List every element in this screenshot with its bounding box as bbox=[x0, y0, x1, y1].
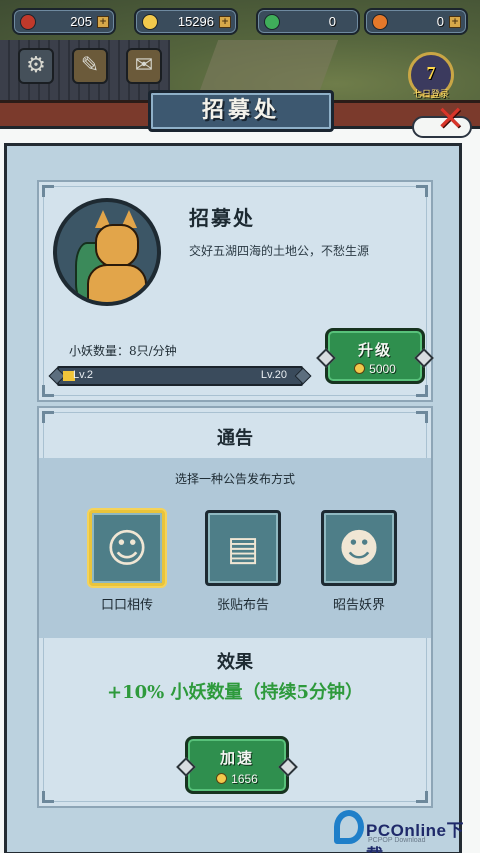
effect-title: 效果 bbox=[217, 652, 253, 673]
add-icon[interactable]: + bbox=[97, 16, 109, 28]
level-current: Lv.2 bbox=[73, 369, 93, 381]
resource-ghost-token[interactable]: 205 + bbox=[12, 8, 116, 35]
recruitment-panel: 招募处 交好五湖四海的土地公，不愁生源 小妖数量：8只/分钟 Lv.2 Lv.2… bbox=[0, 126, 480, 853]
npc-portrait bbox=[53, 198, 161, 306]
add-icon[interactable]: + bbox=[219, 16, 231, 28]
jade-icon bbox=[264, 14, 280, 30]
watermark: PCOnline下载 PCPOP Download bbox=[334, 810, 480, 853]
upgrade-label: 升级 bbox=[357, 341, 392, 359]
event-count: 7 bbox=[426, 63, 436, 83]
resource-value: 15296 bbox=[177, 14, 214, 29]
coin-icon bbox=[142, 14, 158, 30]
option-word-of-mouth[interactable]: ☺ bbox=[89, 510, 165, 586]
announcement-options-band: 选择一种公告发布方式 ☺ 口口相传 ▤ 张贴布告 ☻ 昭告妖界 bbox=[39, 458, 431, 638]
speed-up-label: 加速 bbox=[219, 749, 254, 767]
envelope-icon: ✉ bbox=[134, 53, 154, 78]
resource-value: 205 bbox=[70, 14, 92, 29]
coin-icon bbox=[216, 773, 228, 784]
option-post-notice[interactable]: ▤ bbox=[205, 510, 281, 586]
resource-bar: 205 + 15296 + 0 0 + bbox=[0, 8, 480, 36]
settings-button[interactable]: ⚙ bbox=[18, 48, 54, 84]
resource-jade[interactable]: 0 bbox=[256, 8, 360, 35]
announcement-card: 通告 选择一种公告发布方式 ☺ 口口相传 ▤ 张贴布告 ☻ 昭告妖界 效果 +1… bbox=[37, 406, 433, 808]
resource-value: 0 bbox=[328, 14, 336, 29]
option-proclaim-realm[interactable]: ☻ bbox=[321, 510, 397, 586]
effect-description: +10% 小妖数量（持续5分钟） bbox=[106, 682, 364, 703]
level-max: Lv.20 bbox=[260, 369, 287, 381]
watermark-tagline: PCPOP Download bbox=[368, 837, 426, 844]
brand-logo-icon bbox=[334, 810, 364, 844]
resource-value: 0 bbox=[436, 14, 444, 29]
page-title: 招募处 bbox=[201, 98, 280, 123]
watermark-brand: PCOnline下载 bbox=[366, 821, 465, 853]
resource-fire-orb[interactable]: 0 + bbox=[364, 8, 468, 35]
recruit-info-card: 招募处 交好五湖四海的土地公，不愁生源 小妖数量：8只/分钟 Lv.2 Lv.2… bbox=[37, 180, 433, 402]
npc-description: 交好五湖四海的土地公，不愁生源 bbox=[189, 244, 370, 258]
notice-board-icon: ▤ bbox=[226, 529, 260, 569]
recruit-rate: 小妖数量：8只/分钟 bbox=[69, 344, 177, 358]
sage-scroll-icon: ☻ bbox=[338, 526, 380, 572]
fire-orb-icon bbox=[372, 14, 388, 30]
upgrade-button[interactable]: 升级 5000 bbox=[325, 328, 425, 384]
coin-icon bbox=[354, 363, 366, 374]
fox-head bbox=[95, 224, 139, 268]
announcement-title: 通告 bbox=[217, 428, 253, 449]
add-icon[interactable]: + bbox=[449, 16, 461, 28]
gear-icon: ⚙ bbox=[26, 53, 46, 78]
option-label: 张贴布告 bbox=[216, 598, 269, 613]
resource-coin[interactable]: 15296 + bbox=[134, 8, 238, 35]
speed-up-button[interactable]: 加速 1656 bbox=[185, 736, 289, 794]
option-label: 昭告妖界 bbox=[332, 598, 385, 613]
npc-name: 招募处 bbox=[189, 206, 255, 230]
upgrade-cost: 5000 bbox=[328, 362, 422, 376]
seven-day-login-badge[interactable]: 7 七日登录 bbox=[408, 52, 454, 100]
level-progress-bar: Lv.2 Lv.20 bbox=[57, 366, 303, 386]
panel-inner-frame: 招募处 交好五湖四海的土地公，不愁生源 小妖数量：8只/分钟 Lv.2 Lv.2… bbox=[4, 143, 462, 853]
ghost-token-icon bbox=[20, 14, 36, 30]
fox-body bbox=[87, 264, 147, 302]
announcement-subtitle: 选择一种公告发布方式 bbox=[174, 472, 295, 486]
shouting-kid-icon: ☺ bbox=[106, 526, 148, 572]
option-label: 口口相传 bbox=[100, 598, 153, 613]
mail-button[interactable]: ✉ bbox=[126, 48, 162, 84]
scroll-icon: ✎ bbox=[80, 53, 100, 78]
notes-button[interactable]: ✎ bbox=[72, 48, 108, 84]
close-icon: ✕ bbox=[436, 99, 465, 139]
speed-up-cost: 1656 bbox=[188, 772, 286, 786]
close-button[interactable]: ✕ bbox=[412, 99, 472, 142]
page-title-banner: 招募处 bbox=[148, 90, 334, 132]
